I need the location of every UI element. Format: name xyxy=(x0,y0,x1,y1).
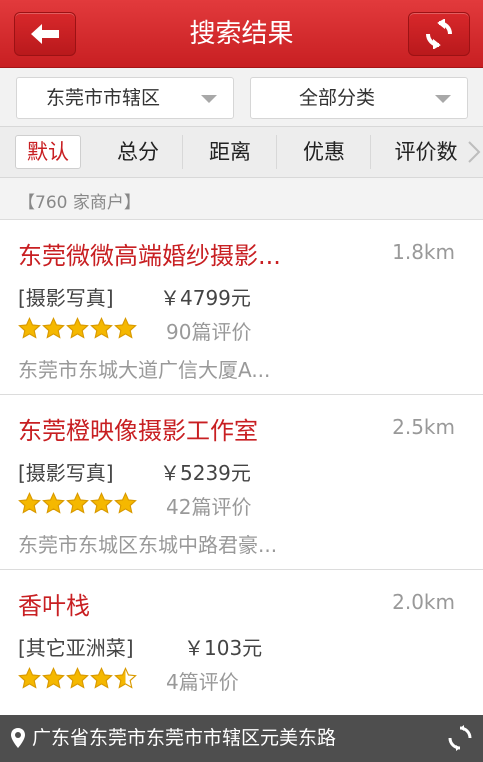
sort-divider xyxy=(182,135,183,169)
star-rating xyxy=(18,492,138,518)
shop-price: ￥4799元 xyxy=(160,286,251,310)
area-dropdown-label: 东莞市市辖区 xyxy=(45,87,160,109)
star-half-icon xyxy=(114,667,137,689)
star-full-icon xyxy=(18,667,41,689)
sort-tab-default[interactable]: 默认 xyxy=(15,135,81,169)
category-dropdown[interactable]: 全部分类 xyxy=(250,77,468,119)
shop-distance: 2.0km xyxy=(392,590,455,614)
shop-distance: 1.8km xyxy=(392,240,455,264)
sort-tab-discount[interactable]: 优惠 xyxy=(278,127,370,177)
chevron-right-icon[interactable] xyxy=(467,140,481,164)
shop-name[interactable]: 东莞微微高端婚纱摄影... xyxy=(18,236,281,271)
star-full-icon xyxy=(18,317,41,339)
star-full-icon xyxy=(90,667,113,689)
shop-category: [摄影写真] xyxy=(18,286,114,310)
star-full-icon xyxy=(42,667,65,689)
result-list[interactable]: 东莞微微高端婚纱摄影... 1.8km [摄影写真] ￥4799元 90篇评价 … xyxy=(0,219,483,715)
shop-price: ￥5239元 xyxy=(160,461,251,485)
sort-divider xyxy=(276,135,277,169)
star-full-icon xyxy=(18,492,41,514)
location-pin-icon xyxy=(11,728,25,748)
review-count: 42篇评价 xyxy=(166,495,252,519)
refresh-button[interactable] xyxy=(408,12,470,56)
filter-bar: 东莞市市辖区 全部分类 xyxy=(0,68,483,126)
star-full-icon xyxy=(66,667,89,689)
chevron-down-icon xyxy=(201,95,217,103)
area-dropdown[interactable]: 东莞市市辖区 xyxy=(16,77,234,119)
list-item[interactable]: 东莞微微高端婚纱摄影... 1.8km [摄影写真] ￥4799元 90篇评价 … xyxy=(0,220,483,395)
star-full-icon xyxy=(42,317,65,339)
shop-address: 东莞市东城大道广信大厦A... xyxy=(18,358,271,382)
title-bar: 搜索结果 xyxy=(0,0,483,68)
refresh-location-icon[interactable] xyxy=(447,725,473,751)
sort-tab-distance[interactable]: 距离 xyxy=(184,127,276,177)
category-dropdown-label: 全部分类 xyxy=(298,87,375,109)
review-count: 4篇评价 xyxy=(166,670,239,694)
shop-name[interactable]: 东莞橙映像摄影工作室 xyxy=(18,411,258,446)
star-full-icon xyxy=(90,492,113,514)
star-full-icon xyxy=(66,492,89,514)
shop-distance: 2.5km xyxy=(392,415,455,439)
shop-address: 东莞市东城区东城中路君豪... xyxy=(18,533,278,557)
list-item[interactable]: 东莞橙映像摄影工作室 2.5km [摄影写真] ￥5239元 42篇评价 东莞市… xyxy=(0,395,483,570)
sort-bar: 默认 总分 距离 优惠 评价数 xyxy=(0,126,483,178)
sort-divider xyxy=(370,135,371,169)
shop-price: ￥103元 xyxy=(184,636,263,660)
shop-name[interactable]: 香叶栈 xyxy=(18,586,90,621)
star-full-icon xyxy=(42,492,65,514)
sort-tab-reviews[interactable]: 评价数 xyxy=(380,127,472,177)
location-bar: 广东省东莞市东莞市市辖区元美东路 xyxy=(0,715,483,762)
star-full-icon xyxy=(90,317,113,339)
star-rating xyxy=(18,667,138,693)
list-item[interactable]: 香叶栈 2.0km [其它亚洲菜] ￥103元 4篇评价 xyxy=(0,570,483,715)
review-count: 90篇评价 xyxy=(166,320,252,344)
star-full-icon xyxy=(114,492,137,514)
star-full-icon xyxy=(66,317,89,339)
chevron-down-icon xyxy=(435,95,451,103)
current-location: 广东省东莞市东莞市市辖区元美东路 xyxy=(32,727,337,749)
star-rating xyxy=(18,317,138,343)
star-full-icon xyxy=(114,317,137,339)
shop-category: [其它亚洲菜] xyxy=(18,636,134,660)
result-count: 【760 家商户】 xyxy=(18,193,141,213)
shop-category: [摄影写真] xyxy=(18,461,114,485)
refresh-icon xyxy=(426,19,452,49)
sort-tab-score[interactable]: 总分 xyxy=(94,127,182,177)
